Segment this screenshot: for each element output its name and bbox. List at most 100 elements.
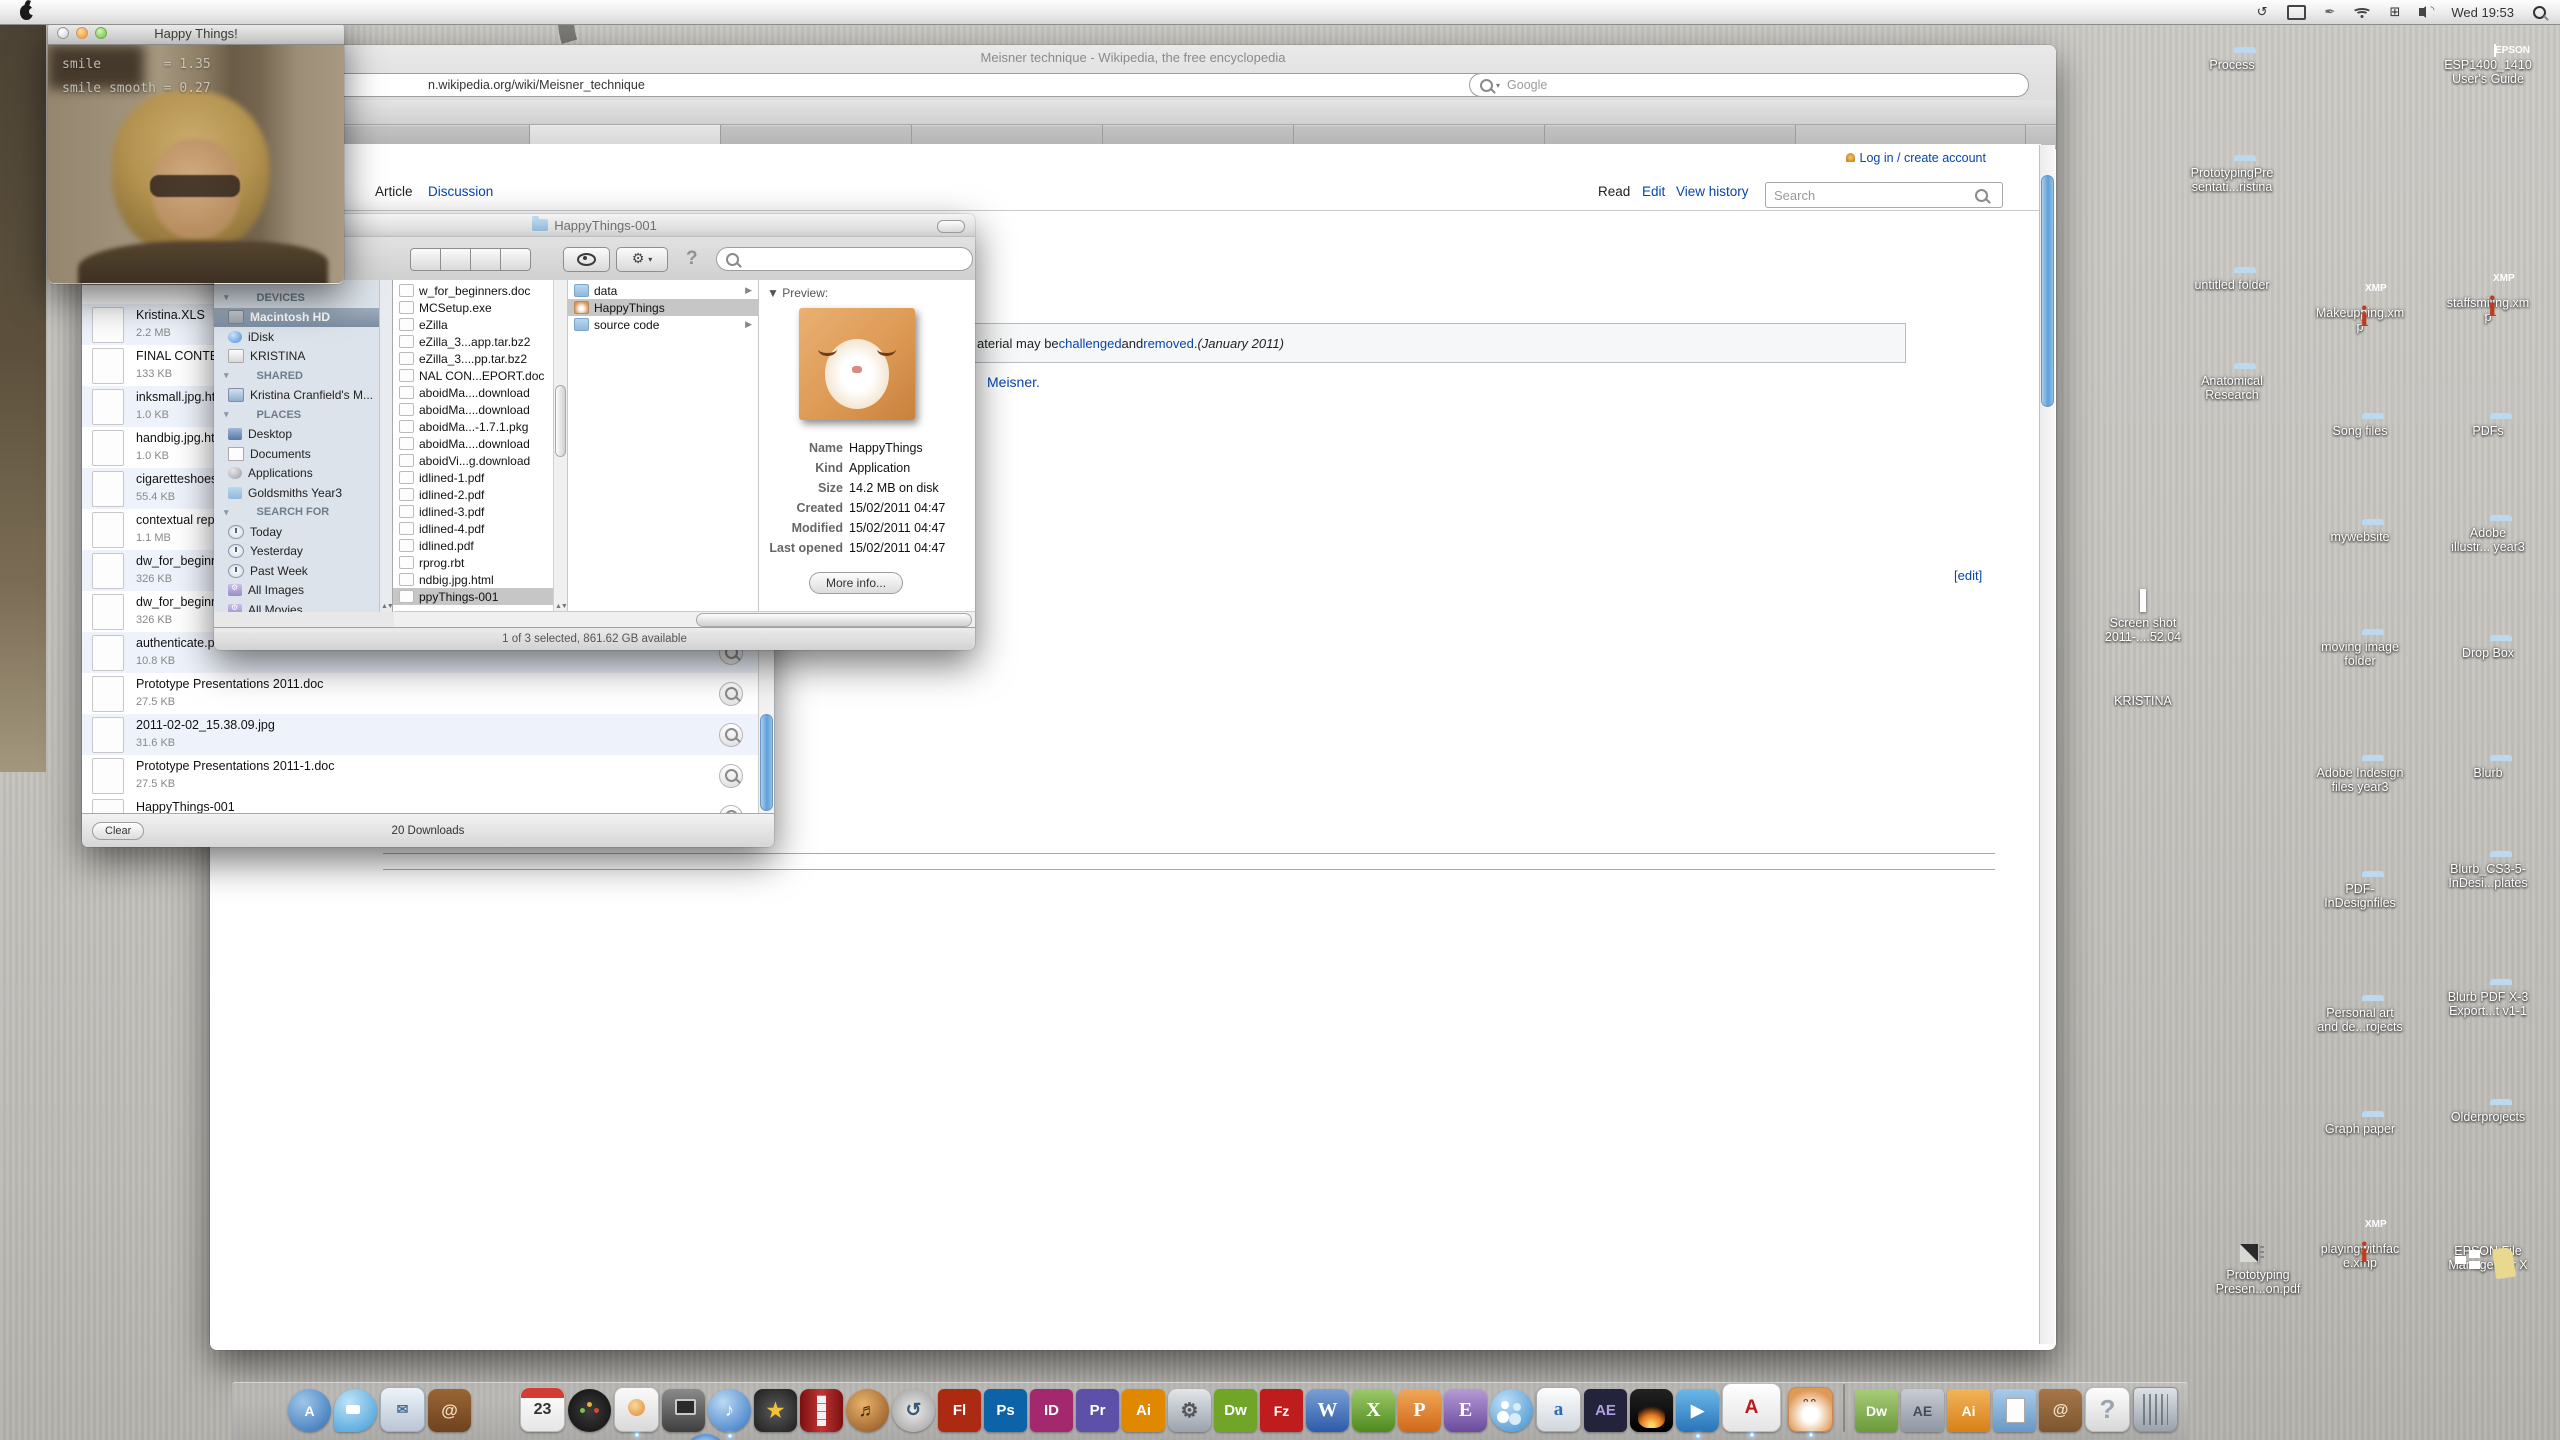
desktop-icon[interactable]: KRISTINA (2083, 688, 2203, 708)
dock-icon[interactable]: P (1398, 1389, 1441, 1432)
sidebar-scrollbar[interactable] (379, 280, 392, 612)
dock-icon[interactable] (614, 1387, 659, 1432)
sidebar-item[interactable]: Goldsmiths Year3 (214, 483, 392, 503)
sidebar-item[interactable]: Kristina Cranfield's M... (214, 386, 392, 406)
sidebar-item[interactable]: Desktop (214, 425, 392, 445)
file-row[interactable]: HappyThings (568, 299, 758, 316)
input-menu-icon[interactable]: ⊞ (2389, 5, 2400, 20)
dock-icon[interactable]: X (1352, 1389, 1395, 1432)
dock-icon[interactable] (662, 1389, 705, 1432)
file-row[interactable]: idlined-3.pdf (393, 503, 567, 520)
file-row[interactable]: aboidMa...-1.7.1.pkg (393, 418, 567, 435)
desktop-icon[interactable]: PDFs (2428, 418, 2548, 438)
sidebar-item[interactable]: PLACES (214, 405, 392, 425)
dock-icon[interactable]: Dw (1855, 1389, 1898, 1432)
desktop-icon[interactable]: Process (2172, 52, 2292, 72)
sidebar-item[interactable]: SEARCH FOR (214, 503, 392, 523)
desktop-icon[interactable]: EPSON ESP1400_1410 User's Guide (2428, 52, 2548, 86)
dock-icon[interactable]: ID (1030, 1389, 1073, 1432)
menu-clock[interactable]: Wed 19:53 (2451, 5, 2514, 20)
file-row[interactable]: source code ▶ (568, 316, 758, 333)
desktop-icon[interactable]: Drop Box (2428, 640, 2548, 660)
download-row[interactable]: 2011-02-02_15.38.09.jpg 31.6 KB (82, 714, 759, 755)
file-row[interactable]: aboidMa....download (393, 401, 567, 418)
file-row[interactable]: ppyThings-001 ▶ (393, 588, 567, 605)
column-scrollbar[interactable] (553, 280, 567, 612)
dock-icon[interactable]: ★ (754, 1389, 797, 1432)
help-icon[interactable]: ? (686, 248, 698, 270)
file-row[interactable]: eZilla (393, 316, 567, 333)
google-search-field[interactable]: ▾ Google (1469, 73, 2029, 97)
time-machine-icon[interactable]: ↺ (2257, 5, 2268, 20)
desktop-icon[interactable]: moving image folder (2300, 634, 2420, 668)
dock-icon[interactable] (1843, 1384, 1845, 1432)
desktop-icon[interactable]: XMP staffsmiling.xm p (2428, 290, 2548, 324)
file-row[interactable]: aboidMa....download (393, 435, 567, 452)
dock-icon[interactable]: ♪ (708, 1389, 751, 1432)
desktop-icon[interactable]: Anatomical Research (2172, 368, 2292, 402)
dock-icon[interactable]: AE (1584, 1389, 1627, 1432)
dock-icon[interactable] (684, 1434, 727, 1440)
reveal-in-finder-button[interactable] (719, 723, 743, 747)
reveal-in-finder-button[interactable] (719, 682, 743, 706)
tab-read[interactable]: Read (1598, 184, 1630, 199)
dock-icon[interactable] (800, 1389, 843, 1432)
safari-titlebar[interactable]: Meisner technique - Wikipedia, the free … (210, 45, 2056, 70)
dock-icon[interactable] (334, 1389, 377, 1432)
tab-article[interactable]: Article (375, 184, 413, 199)
file-row[interactable]: idlined.pdf (393, 537, 567, 554)
desktop-icon[interactable]: XMP playingwithfac e.xmp (2300, 1236, 2420, 1270)
dock-icon[interactable] (1788, 1387, 1833, 1432)
sidebar-item[interactable]: Macintosh HD (214, 308, 392, 328)
dock-icon[interactable]: Ai (1122, 1389, 1165, 1432)
desktop-icon[interactable]: Blurb PDF X-3 Export...t v1-1 (2428, 984, 2548, 1018)
desktop-icon[interactable]: Graph paper (2300, 1116, 2420, 1136)
tab-discussion[interactable]: Discussion (428, 184, 493, 199)
login-link[interactable]: Log in / create account (1846, 151, 1986, 165)
dock-icon[interactable]: ↺ (892, 1389, 935, 1432)
desktop-icon[interactable]: Adobe Indesign files year3 (2300, 760, 2420, 794)
file-row[interactable]: idlined-2.pdf (393, 486, 567, 503)
desktop-icon[interactable]: PDF- InDesignfiles (2300, 876, 2420, 910)
desktop-icon[interactable]: untitled folder (2172, 272, 2292, 292)
file-row[interactable]: eZilla_3...app.tar.bz2 (393, 333, 567, 350)
sidebar-item[interactable]: DEVICES (214, 288, 392, 308)
dock-icon[interactable]: a (1536, 1387, 1581, 1432)
apple-menu-icon[interactable] (20, 5, 33, 20)
desktop-icon[interactable]: Song files (2300, 418, 2420, 438)
sidebar-item[interactable]: Yesterday (214, 542, 392, 562)
view-mode-button[interactable] (501, 248, 531, 271)
dock-icon[interactable]: ⚙ (1168, 1389, 1211, 1432)
quick-look-button[interactable] (563, 247, 610, 272)
dock-icon[interactable]: @ (428, 1389, 471, 1432)
wiki-search-input[interactable]: Search (1765, 182, 2003, 208)
dock-icon[interactable]: Ps (984, 1389, 1027, 1432)
dock-icon[interactable]: A (288, 1389, 331, 1432)
tab-edit[interactable]: Edit (1642, 184, 1665, 199)
dock-icon[interactable]: E (1444, 1389, 1487, 1432)
dock-icon[interactable] (568, 1389, 611, 1432)
desktop-icon[interactable]: XMP Makeupping.xm p (2300, 300, 2420, 334)
dock-icon[interactable] (1630, 1389, 1673, 1432)
sidebar-item[interactable]: KRISTINA (214, 347, 392, 367)
dock-icon[interactable]: @ (2039, 1389, 2082, 1432)
desktop-icon[interactable]: PrototypingPre sentati...ristina (2172, 160, 2292, 194)
download-row[interactable]: Prototype Presentations 2011.doc 27.5 KB (82, 673, 759, 714)
sidebar-item[interactable]: SHARED (214, 366, 392, 386)
desktop-icon[interactable]: Olderprojects (2428, 1104, 2548, 1124)
dock-icon[interactable]: A (1722, 1383, 1781, 1432)
dock-icon[interactable]: Fl (938, 1389, 981, 1432)
dock-icon[interactable] (2133, 1387, 2178, 1432)
file-row[interactable]: eZilla_3....pp.tar.bz2 (393, 350, 567, 367)
file-row[interactable]: aboidMa....download (393, 384, 567, 401)
tab-view-history[interactable]: View history (1676, 184, 1749, 199)
reveal-in-finder-button[interactable] (719, 764, 743, 788)
sidebar-item[interactable]: All Movies (214, 600, 392, 612)
view-mode-button[interactable] (471, 248, 501, 271)
dock-icon[interactable]: ▶ (1676, 1389, 1719, 1432)
dock-icon[interactable]: ? (2085, 1387, 2130, 1432)
dock-icon[interactable]: ✉ (380, 1387, 425, 1432)
dock-icon[interactable]: W (1306, 1389, 1349, 1432)
finder-search-input[interactable] (716, 247, 973, 271)
file-row[interactable]: data ▶ (568, 282, 758, 299)
